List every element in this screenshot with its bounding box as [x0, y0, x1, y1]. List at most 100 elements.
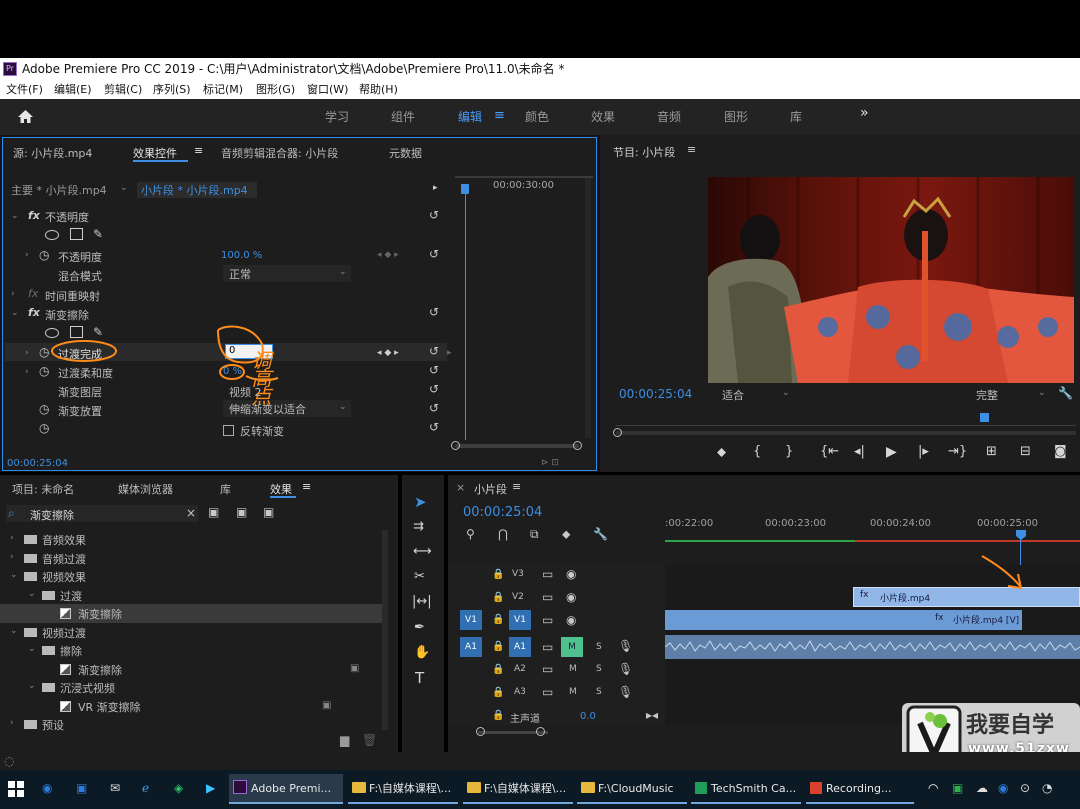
workspace-tab-graphics[interactable]: 图形 — [724, 108, 748, 125]
step-forward-icon[interactable]: |▸ — [918, 444, 929, 459]
transition-reset-icon[interactable]: ↺ — [429, 344, 439, 358]
slip-tool-icon[interactable]: |↔| — [412, 594, 432, 609]
tree-chevron-icon[interactable]: › — [10, 718, 14, 728]
tab-libraries[interactable]: 库 — [220, 481, 231, 497]
tab-effects[interactable]: 效果 — [270, 481, 292, 497]
yuv-effects-icon[interactable]: ▣ — [263, 505, 274, 519]
invert-stopwatch-icon[interactable]: ◷ — [39, 421, 49, 435]
solo-a1-button[interactable]: S — [596, 642, 602, 652]
sync-v2-icon[interactable]: ▭ — [542, 590, 553, 604]
transition-keyframe-nav-icon[interactable]: ◂ ◆ ▸ — [377, 348, 399, 358]
taskbar-techsmith[interactable]: TechSmith Ca... — [691, 774, 801, 804]
timeline-close-icon[interactable]: × — [456, 481, 465, 494]
sync-a2-icon[interactable]: ▭ — [542, 662, 553, 676]
tree-chevron-icon[interactable]: ⌄ — [28, 644, 36, 654]
tray-icon-3[interactable]: ⊙ — [1020, 781, 1030, 795]
program-scrub-bar[interactable] — [616, 425, 1076, 426]
placement-reset-icon[interactable]: ↺ — [429, 401, 439, 415]
clip-v2[interactable]: fx 小片段.mp4 — [853, 587, 1080, 607]
menu-sequence[interactable]: 序列(S) — [153, 80, 191, 99]
step-back-icon[interactable]: ◂| — [854, 444, 865, 459]
menu-window[interactable]: 窗口(W) — [307, 80, 348, 99]
wipe-collapse-icon[interactable]: ⌄ — [11, 308, 19, 318]
app-icon-1[interactable]: ◉ — [42, 781, 52, 795]
effects-folder-row[interactable]: ⌄ 视频效果 — [0, 567, 382, 586]
quality-select[interactable]: 完整 ⌄ — [974, 385, 1050, 403]
track-select-tool-icon[interactable]: ⇉ — [413, 519, 424, 534]
windows-start-icon[interactable] — [8, 781, 24, 797]
menu-marker[interactable]: 标记(M) — [203, 80, 243, 99]
opacity-value-reset-icon[interactable]: ↺ — [429, 247, 439, 261]
effects-folder-row[interactable]: › 音频效果 — [0, 530, 382, 549]
taskbar-premiere[interactable]: Adobe Premi... — [229, 774, 343, 804]
effects-folder-row[interactable]: ⌄ 沉浸式视频 — [0, 678, 382, 697]
workspace-more-button[interactable]: » — [860, 105, 869, 121]
effects-search-input[interactable]: ⌕ 渐变擦除 × — [6, 505, 198, 522]
mark-out-icon[interactable]: } — [785, 444, 793, 459]
snap-icon[interactable]: ⋂ — [498, 527, 508, 541]
timeline-ruler[interactable]: :00:22:00 00:00:23:00 00:00:24:00 00:00:… — [665, 513, 1080, 545]
ec-filter-icon[interactable]: ⊳ ⊡ — [541, 458, 559, 468]
effects-folder-row[interactable]: ⌄ 过渡 — [0, 586, 382, 605]
mute-a1-button[interactable]: M — [561, 637, 583, 657]
mark-in-icon[interactable]: { — [753, 444, 761, 459]
program-monitor-menu-icon[interactable]: ≡ — [687, 143, 696, 156]
opacity-reset-icon[interactable]: ↺ — [429, 208, 439, 222]
fit-select[interactable]: 适合 ⌄ — [718, 385, 790, 403]
track-a1-label[interactable]: A1 — [509, 637, 531, 657]
tab-metadata[interactable]: 元数据 — [389, 145, 422, 161]
ec-scrollbar[interactable] — [585, 178, 591, 438]
mic-a1-icon[interactable]: 🎙 — [618, 639, 633, 653]
clip-a1[interactable] — [664, 635, 1080, 659]
nest-toggle-icon[interactable]: ⚲ — [466, 527, 475, 541]
ie-icon[interactable]: ℯ — [142, 781, 149, 795]
play-icon[interactable]: ▶ — [886, 444, 897, 460]
media-icon[interactable]: ▶ — [206, 781, 215, 795]
app-icon-2[interactable]: ▣ — [76, 781, 87, 795]
export-frame-icon[interactable]: ◙ — [1054, 444, 1067, 459]
mic-a2-icon[interactable]: 🎙 — [618, 662, 633, 676]
tab-source[interactable]: 源: 小片段.mp4 — [13, 145, 92, 161]
transition-expand-icon[interactable]: › — [25, 348, 29, 358]
transition-next-icon[interactable]: ▸ — [447, 348, 452, 358]
track-v1-label[interactable]: V1 — [509, 610, 531, 630]
blend-mode-select[interactable]: 正常 ⌄ — [223, 265, 351, 282]
razor-tool-icon[interactable]: ✂ — [414, 569, 425, 584]
selection-tool-icon[interactable]: ➤ — [414, 493, 427, 511]
sync-a3-icon[interactable]: ▭ — [542, 685, 553, 699]
ec-zoom-scrollbar[interactable] — [455, 444, 579, 448]
pen-mask-icon[interactable]: ✎ — [93, 227, 103, 241]
workspace-tab-audio[interactable]: 音频 — [657, 108, 681, 125]
tab-effect-controls[interactable]: 效果控件 — [133, 145, 177, 161]
master-track-value[interactable]: 0.0 — [580, 711, 596, 722]
timeline-settings-icon[interactable]: 🔧 — [593, 527, 608, 541]
tree-chevron-icon[interactable]: ⌄ — [10, 626, 18, 636]
cloud-icon[interactable]: ☁ — [976, 781, 988, 795]
wrench-icon[interactable]: 🔧 — [1058, 386, 1073, 400]
tab-media-browser[interactable]: 媒体浏览器 — [118, 481, 173, 497]
tree-chevron-icon[interactable]: ⌄ — [10, 570, 18, 580]
workspace-tab-color[interactable]: 颜色 — [525, 108, 549, 125]
workspace-tab-libraries[interactable]: 库 — [790, 108, 802, 125]
workspace-tab-assembly[interactable]: 组件 — [391, 108, 415, 125]
accelerated-effects-icon[interactable]: ▣ — [208, 505, 219, 519]
lock-a2-icon[interactable]: 🔒 — [492, 663, 504, 677]
workspace-tab-effects[interactable]: 效果 — [591, 108, 615, 125]
invert-reset-icon[interactable]: ↺ — [429, 420, 439, 434]
new-bin-icon[interactable]: ▆ — [340, 733, 349, 747]
invert-gradient-checkbox[interactable] — [223, 425, 234, 436]
track-scroll-left-handle[interactable] — [476, 727, 485, 736]
mute-a3-button[interactable]: M — [569, 687, 577, 697]
linked-selection-icon[interactable]: ⧉ — [530, 527, 539, 541]
solo-a2-button[interactable]: S — [596, 664, 602, 674]
program-playhead-marker[interactable] — [980, 413, 989, 422]
32bit-effects-icon[interactable]: ▣ — [236, 505, 247, 519]
timeline-menu-icon[interactable]: ≡ — [512, 480, 521, 493]
ellipse-mask-icon[interactable] — [45, 230, 59, 240]
menu-help[interactable]: 帮助(H) — [359, 80, 398, 99]
workspace-menu-icon[interactable]: ≡ — [494, 108, 505, 123]
tree-chevron-icon[interactable]: › — [10, 552, 14, 562]
timeline-timecode[interactable]: 00:00:25:04 — [463, 505, 542, 520]
tray-app-icon[interactable]: ▣ — [952, 781, 963, 795]
workspace-tab-editing[interactable]: 编辑 — [458, 108, 482, 125]
